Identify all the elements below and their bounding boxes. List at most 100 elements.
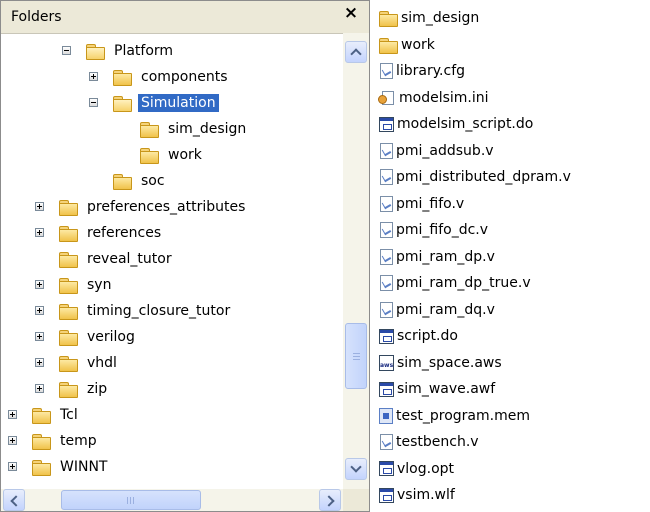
file-list-item[interactable]: sim_wave.awf [378,377,495,401]
folder-open-icon [85,43,105,60]
tree-item[interactable]: Platform [1,40,343,62]
file-list-item[interactable]: testbench.v [378,430,479,454]
tree-item[interactable]: Simulation [1,92,343,114]
expand-icon[interactable] [89,72,98,81]
file-name: pmi_ram_dp_true.v [396,275,531,291]
document-icon [380,142,393,159]
folder-icon [112,173,132,190]
close-icon[interactable]: × [341,3,361,23]
folder-open-icon [112,95,132,112]
tree-item[interactable]: WINNT [1,456,343,478]
collapse-icon[interactable] [62,46,71,55]
file-name: library.cfg [396,63,466,79]
expand-icon[interactable] [35,280,44,289]
file-name: sim_design [401,10,480,26]
expand-icon[interactable] [8,436,17,445]
file-list-item[interactable]: script.do [378,324,458,348]
tree-item[interactable]: sim_design [1,118,343,140]
tree-item-label: temp [60,433,97,449]
tree-item[interactable]: vhdl [1,352,343,374]
file-list-item[interactable]: pmi_fifo_dc.v [378,218,488,242]
folder-icon [31,407,51,424]
tree-item-label: WINNT [60,459,108,475]
expand-icon[interactable] [35,358,44,367]
file-list-item[interactable]: sim_space.aws [378,351,502,375]
file-list-item[interactable]: library.cfg [378,59,465,83]
file-name: pmi_distributed_dpram.v [396,169,571,185]
memory-file-icon [379,407,393,424]
expand-icon[interactable] [8,410,17,419]
file-list-item[interactable]: pmi_fifo.v [378,192,464,216]
scroll-up-button[interactable] [345,41,367,63]
collapse-icon[interactable] [89,98,98,107]
tree-item[interactable]: verilog [1,326,343,348]
file-list-item[interactable]: pmi_distributed_dpram.v [378,165,571,189]
folder-icon [58,355,78,372]
file-name: pmi_fifo_dc.v [396,222,489,238]
tree-item-label: zip [87,381,108,397]
tree-item-label: vhdl [87,355,117,371]
tree-item[interactable]: Tcl [1,404,343,426]
expand-icon[interactable] [35,332,44,341]
tree-item[interactable]: reveal_tutor [1,248,343,270]
scrollbar-corner [343,489,369,511]
tree-item-label: soc [141,173,165,189]
file-list-item[interactable]: modelsim_script.do [378,112,533,136]
folder-icon [58,225,78,242]
file-list-item[interactable]: pmi_ram_dp.v [378,245,495,269]
file-name: pmi_ram_dp.v [396,248,495,265]
file-list-item[interactable]: sim_design [378,6,479,30]
file-name: pmi_fifo.v [396,195,465,212]
document-icon [380,275,393,291]
file-list-item[interactable]: vsim.wlf [378,483,455,507]
file-name: vsim.wlf [397,487,455,503]
file-list-item[interactable]: modelsim.ini [378,86,489,110]
scroll-right-button[interactable] [319,489,341,511]
folder-icon [58,251,78,268]
tree-item-label: work [168,147,202,163]
file-name: work [401,36,435,53]
scroll-left-button[interactable] [3,489,25,511]
document-icon [380,63,393,79]
tree-item-label: references [87,225,162,241]
file-list-item[interactable]: vlog.opt [378,457,454,481]
tree-item[interactable]: soc [1,170,343,192]
expand-icon[interactable] [35,384,44,393]
expand-icon[interactable] [35,202,44,211]
folder-icon [112,69,132,86]
document-icon [380,434,393,450]
folder-icon [58,277,78,294]
file-list-item[interactable]: pmi_addsub.v [378,139,494,163]
tree-item[interactable]: timing_closure_tutor [1,300,343,322]
expand-icon[interactable] [8,462,17,471]
scroll-down-button[interactable] [345,458,367,480]
tree-item-label: reveal_tutor [87,251,172,267]
folder-icon [58,303,78,320]
expand-icon[interactable] [35,306,44,315]
folder-icon [378,37,398,54]
file-list-item[interactable]: work [378,33,435,57]
document-icon [380,222,393,238]
tree-item[interactable]: syn [1,274,343,296]
tree-item[interactable]: components [1,66,343,88]
tree-item-label: Simulation [138,94,219,112]
horizontal-scroll-thumb[interactable] [61,490,201,510]
tree-item[interactable]: zip [1,378,343,400]
tree-item[interactable]: temp [1,430,343,452]
file-list: sim_designwork library.cfg modelsim.ini mod… [378,0,650,512]
file-name: test_program.mem [396,407,530,424]
horizontal-scrollbar[interactable] [1,489,343,511]
file-list-item[interactable]: test_program.mem [378,404,530,428]
vertical-scroll-thumb[interactable] [345,323,367,389]
script-file-icon [379,461,394,476]
file-name: pmi_ram_dq.v [396,301,495,318]
vertical-scrollbar[interactable] [343,33,369,489]
file-name: sim_wave.awf [397,381,496,397]
file-list-item[interactable]: pmi_ram_dq.v [378,298,495,322]
tree-item[interactable]: work [1,144,343,166]
file-name: script.do [397,328,458,344]
tree-item[interactable]: preferences_attributes [1,196,343,218]
expand-icon[interactable] [35,228,44,237]
file-list-item[interactable]: pmi_ram_dp_true.v [378,271,531,295]
tree-item[interactable]: references [1,222,343,244]
